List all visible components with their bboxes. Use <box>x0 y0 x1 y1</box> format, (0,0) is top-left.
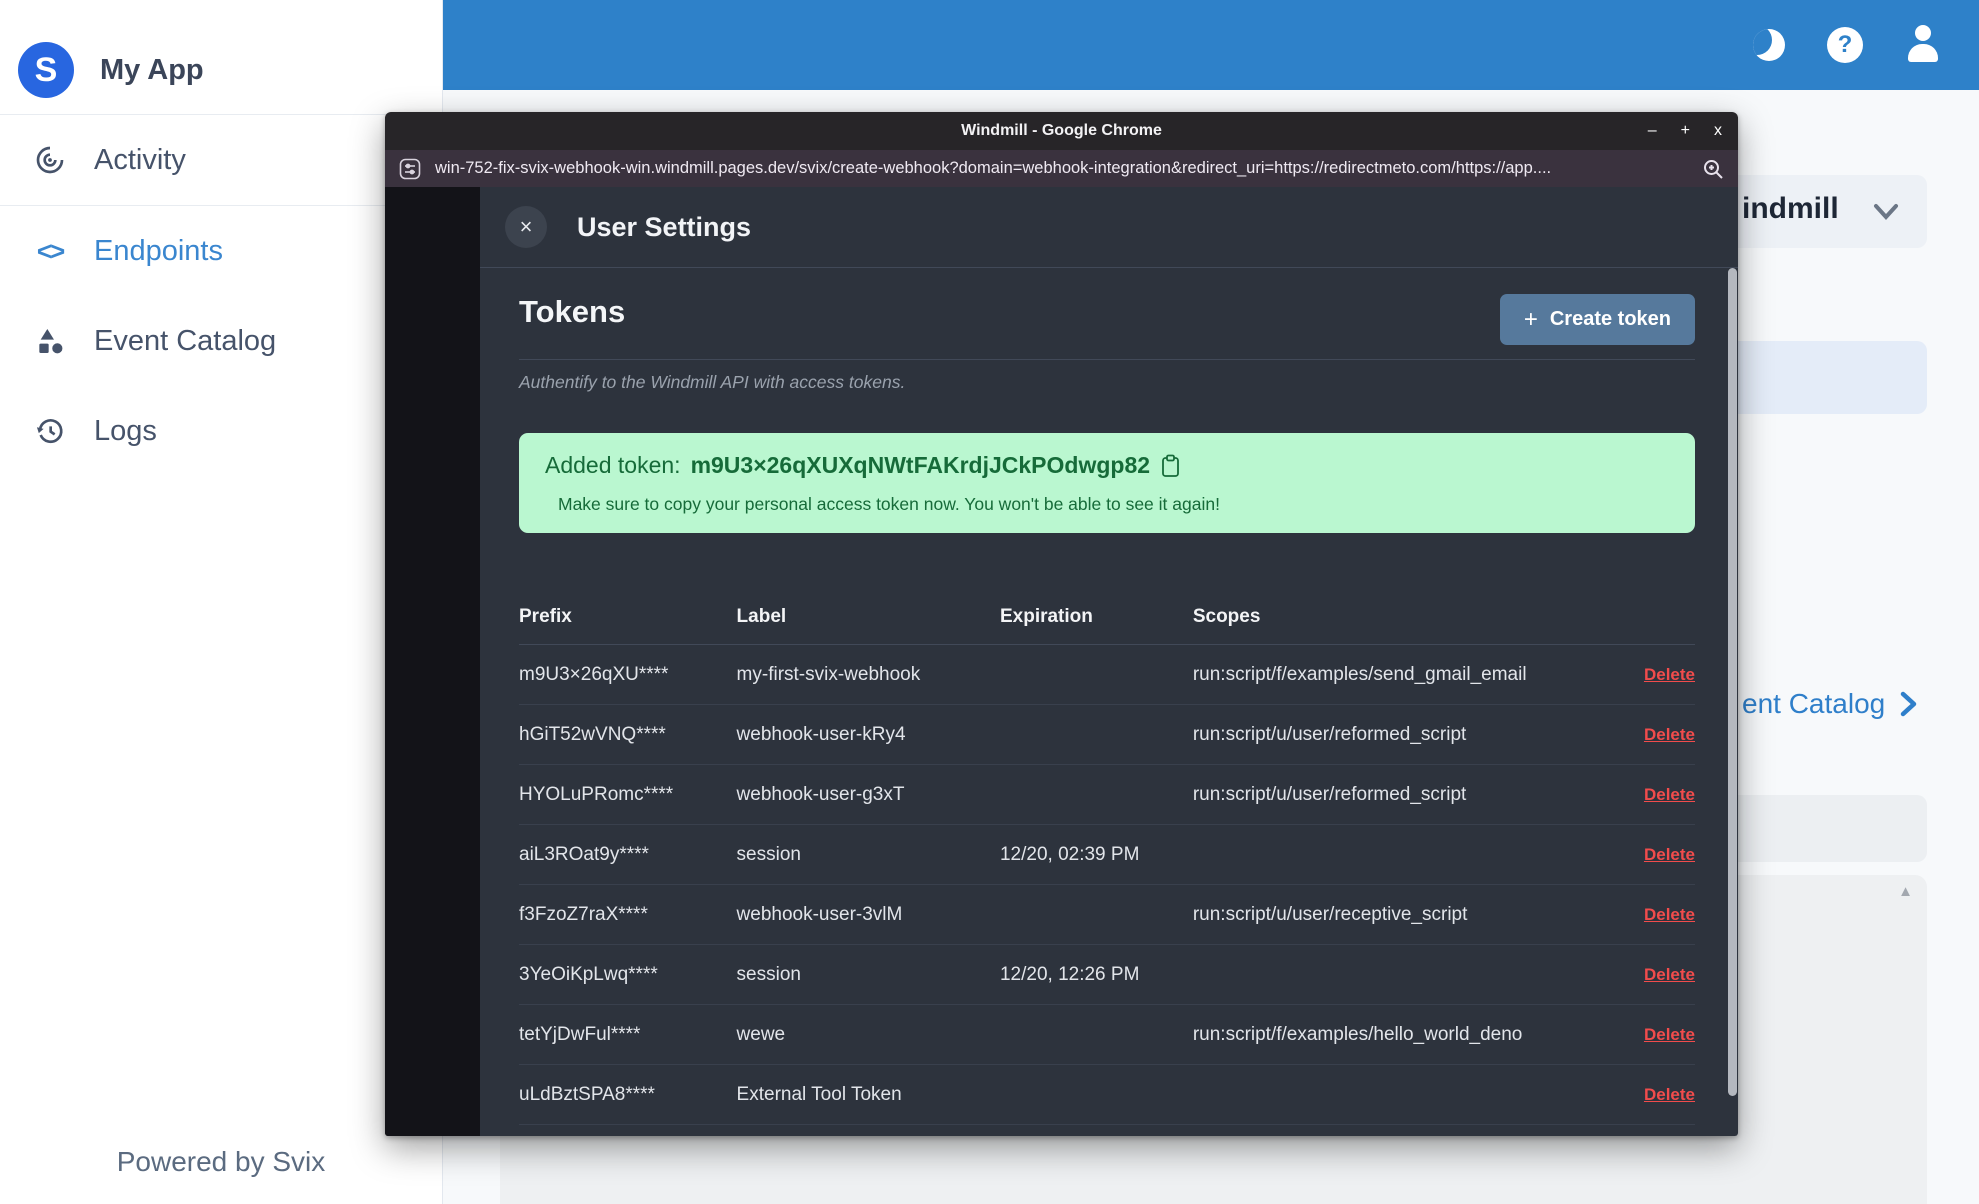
chrome-window: Windmill - Google Chrome – + x win-752-f… <box>385 112 1738 1136</box>
address-bar[interactable]: win-752-fix-svix-webhook-win.windmill.pa… <box>385 150 1738 187</box>
token-row: tetYjDwFul**** wewe run:script/f/example… <box>519 1005 1695 1065</box>
close-drawer-button[interactable]: × <box>505 206 547 248</box>
delete-token-link[interactable]: Delete <box>1644 905 1695 925</box>
token-row: m9U3×26qXU**** my-first-svix-webhook run… <box>519 645 1695 705</box>
token-row: i9AiXYkJRd**** whatever Delete <box>519 1125 1695 1136</box>
code-brackets-icon: <> <box>36 235 65 266</box>
token-scopes-cell: run:script/u/user/reformed_script <box>1192 723 1467 745</box>
user-settings-drawer: × User Settings Tokens + Create token Au… <box>480 187 1738 1136</box>
col-header-expiration: Expiration <box>999 605 1093 627</box>
create-token-label: Create token <box>1549 308 1671 330</box>
sidebar-item-activity[interactable]: Activity <box>0 115 442 205</box>
token-row: uLdBztSPA8**** External Tool Token Delet… <box>519 1065 1695 1125</box>
delete-token-link[interactable]: Delete <box>1644 785 1695 805</box>
token-prefix-cell: HYOLuPRomc**** <box>519 783 674 805</box>
token-expiration-cell: 12/20, 12:26 PM <box>999 963 1140 985</box>
sidebar: S My App Activity <> Endpoints Event Cat… <box>0 0 443 1204</box>
token-prefix-cell: uLdBztSPA8**** <box>519 1083 655 1105</box>
event-catalog-link-label: ent Catalog <box>1742 688 1886 719</box>
maximize-button[interactable]: + <box>1681 122 1690 140</box>
token-scopes-cell: run:script/f/examples/send_gmail_email <box>1192 663 1527 685</box>
delete-token-link[interactable]: Delete <box>1644 965 1695 985</box>
minimize-button[interactable]: – <box>1648 122 1657 140</box>
workspace-name: indmill <box>1742 192 1839 225</box>
col-header-scopes: Scopes <box>1192 605 1261 627</box>
scroll-up-arrow-icon[interactable]: ▲ <box>1898 883 1913 900</box>
token-label-cell: session <box>736 963 801 985</box>
token-expiration-cell: 12/20, 02:39 PM <box>999 843 1140 865</box>
create-token-button[interactable]: + Create token <box>1499 294 1695 345</box>
chevron-right-icon <box>1900 691 1917 717</box>
token-prefix-cell: hGiT52wVNQ**** <box>519 723 666 745</box>
event-catalog-link[interactable]: ent Catalog <box>1742 688 1919 720</box>
token-row: aiL3ROat9y**** session 12/20, 02:39 PM D… <box>519 825 1695 885</box>
delete-token-link[interactable]: Delete <box>1644 725 1695 745</box>
window-titlebar[interactable]: Windmill - Google Chrome – + x <box>385 112 1738 150</box>
token-label-cell: webhook-user-g3xT <box>736 783 905 805</box>
dark-mode-icon[interactable] <box>1753 29 1785 61</box>
token-prefix-cell: tetYjDwFul**** <box>519 1023 641 1045</box>
token-prefix-cell: m9U3×26qXU**** <box>519 663 669 685</box>
token-row: 3YeOiKpLwq**** session 12/20, 12:26 PM D… <box>519 945 1695 1005</box>
zoom-icon[interactable] <box>1702 158 1724 180</box>
token-label-cell: session <box>736 843 801 865</box>
tokens-heading: Tokens <box>519 294 626 329</box>
help-icon[interactable]: ? <box>1827 27 1863 63</box>
token-label-cell: webhook-user-3vlM <box>736 903 903 925</box>
svix-logo-icon: S <box>18 42 74 98</box>
top-bar: ? <box>443 0 1979 90</box>
close-window-button[interactable]: x <box>1714 122 1722 140</box>
drawer-title: User Settings <box>577 211 752 242</box>
browser-viewport: × User Settings Tokens + Create token Au… <box>385 187 1738 1136</box>
site-settings-icon[interactable] <box>399 158 421 180</box>
sidebar-item-event-catalog[interactable]: Event Catalog <box>0 296 442 386</box>
powered-by-svix: Powered by Svix <box>116 1146 326 1177</box>
delete-token-link[interactable]: Delete <box>1644 1085 1695 1105</box>
history-icon <box>32 415 68 447</box>
shapes-icon <box>32 325 68 357</box>
token-label-cell: wewe <box>736 1023 786 1045</box>
col-header-label: Label <box>736 605 787 627</box>
tokens-subtitle: Authentify to the Windmill API with acce… <box>519 372 906 392</box>
alert-note: Make sure to copy your personal access t… <box>558 494 1220 514</box>
sidebar-item-label: Endpoints <box>94 234 223 267</box>
delete-token-link[interactable]: Delete <box>1644 845 1695 865</box>
sidebar-item-logs[interactable]: Logs <box>0 386 442 476</box>
token-prefix-cell: 3YeOiKpLwq**** <box>519 963 658 985</box>
browser-scrollbar-thumb[interactable] <box>1728 268 1737 1096</box>
window-title: Windmill - Google Chrome <box>961 122 1162 139</box>
token-scopes-cell: run:script/f/examples/hello_world_deno <box>1192 1023 1523 1045</box>
token-scopes-cell: run:script/u/user/reformed_script <box>1192 783 1467 805</box>
clipboard-icon[interactable] <box>1160 454 1181 478</box>
token-row: HYOLuPRomc**** webhook-user-g3xT run:scr… <box>519 765 1695 825</box>
token-label-cell: webhook-user-kRy4 <box>736 723 906 745</box>
token-row: hGiT52wVNQ**** webhook-user-kRy4 run:scr… <box>519 705 1695 765</box>
user-account-icon[interactable] <box>1905 25 1941 65</box>
token-label-cell: my-first-svix-webhook <box>736 663 921 685</box>
app-title: My App <box>100 53 204 86</box>
plus-icon: + <box>1523 305 1538 333</box>
token-value: m9U3×26qXUXqNWtFAKrdjJCkPOdwgp82 <box>690 452 1151 478</box>
page-backdrop <box>385 187 480 1136</box>
token-label-cell: External Tool Token <box>736 1083 902 1105</box>
sidebar-item-label: Activity <box>94 143 186 176</box>
sidebar-item-label: Event Catalog <box>94 324 277 357</box>
token-created-alert: Added token: m9U3×26qXUXqNWtFAKrdjJCkPOd… <box>519 433 1695 533</box>
token-scopes-cell: run:script/u/user/receptive_script <box>1192 903 1468 925</box>
token-prefix-cell: f3FzoZ7raX**** <box>519 903 648 925</box>
url-text[interactable]: win-752-fix-svix-webhook-win.windmill.pa… <box>435 159 1688 178</box>
token-row: f3FzoZ7raX**** webhook-user-3vlM run:scr… <box>519 885 1695 945</box>
delete-token-link[interactable]: Delete <box>1644 665 1695 685</box>
sidebar-item-label: Logs <box>94 414 157 447</box>
chevron-down-icon <box>1870 201 1902 223</box>
delete-token-link[interactable]: Delete <box>1644 1025 1695 1045</box>
sidebar-item-endpoints[interactable]: <> Endpoints <box>0 206 442 296</box>
divider <box>519 359 1695 360</box>
activity-icon <box>32 144 68 176</box>
app-brand: S My App <box>0 0 442 114</box>
col-header-prefix: Prefix <box>519 605 572 627</box>
token-prefix-cell: aiL3ROat9y**** <box>519 843 649 865</box>
alert-label: Added token: <box>545 452 681 478</box>
tokens-table: Prefix Label Expiration Scopes m9U3×26qX… <box>519 589 1695 1136</box>
